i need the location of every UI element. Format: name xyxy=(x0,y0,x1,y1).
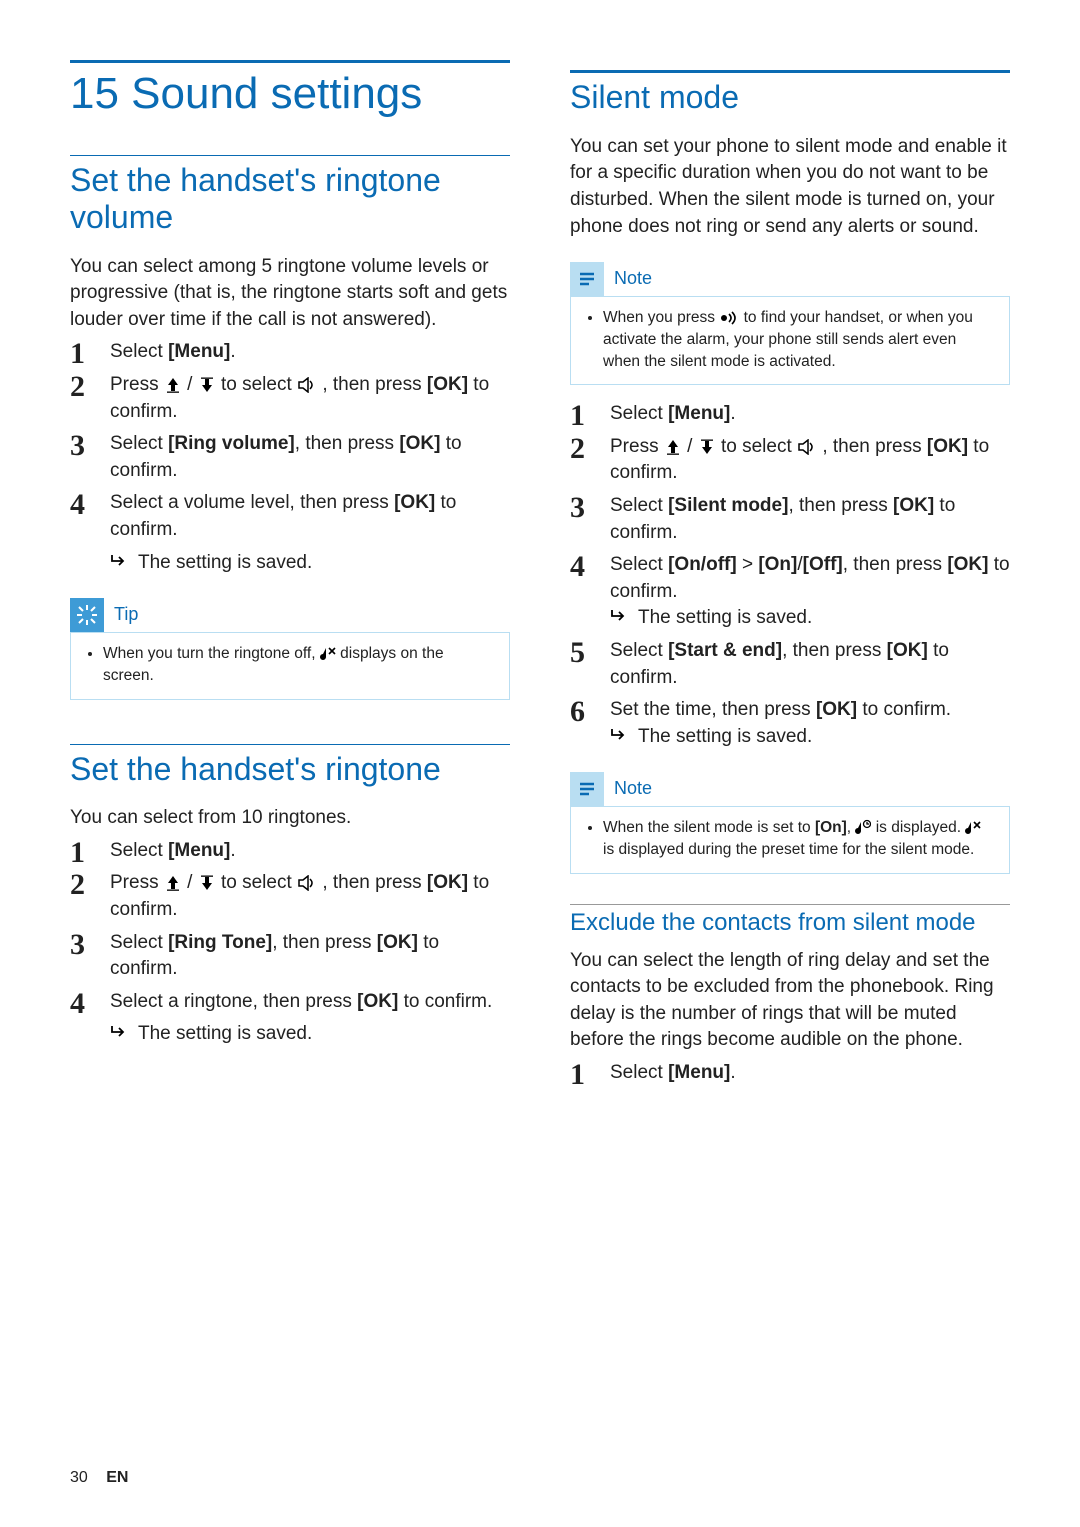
paragraph: You can select the length of ring delay … xyxy=(570,948,1010,1054)
note-label: Note xyxy=(604,772,662,806)
step-item: Select [Menu]. xyxy=(70,339,510,366)
step-item: Select [Ring volume], then press [OK] to… xyxy=(70,431,510,484)
result-arrow-icon xyxy=(110,554,128,568)
chapter-rule xyxy=(70,60,510,63)
steps-list: Select [Menu]. xyxy=(570,1060,1010,1087)
steps-list: Select [Menu]. Press / to select , then … xyxy=(70,339,510,543)
result-line: The setting is saved. xyxy=(610,605,1010,632)
result-line: The setting is saved. xyxy=(110,1021,510,1048)
left-column: 15 Sound settings Set the handset's ring… xyxy=(70,60,510,1093)
result-line: The setting is saved. xyxy=(110,550,510,577)
note-icon xyxy=(570,262,604,296)
step-item: Select [Start & end], then press [OK] to… xyxy=(570,638,1010,691)
section-heading-silent-mode: Silent mode xyxy=(570,79,1010,116)
step-item: Select [On/off] > [On]/[Off], then press… xyxy=(570,552,1010,632)
tip-icon xyxy=(70,598,104,632)
step-item: Select [Silent mode], then press [OK] to… xyxy=(570,493,1010,546)
note-label: Note xyxy=(604,262,662,296)
nav-up-icon xyxy=(164,377,182,393)
page-number: 30 xyxy=(70,1469,88,1486)
sound-icon xyxy=(797,439,817,455)
step-item: Press / to select , then press [OK] to c… xyxy=(70,870,510,923)
chapter-title: 15 Sound settings xyxy=(70,69,510,119)
step-item: Set the time, then press [OK] to confirm… xyxy=(570,697,1010,750)
nav-down-icon xyxy=(698,439,716,455)
steps-list: Select [Menu]. Press / to select , then … xyxy=(570,401,1010,750)
note-body: When you press to find your handset, or … xyxy=(570,296,1010,385)
step-item: Press / to select , then press [OK] to c… xyxy=(70,372,510,425)
step-item: Press / to select , then press [OK] to c… xyxy=(570,434,1010,487)
result-line: The setting is saved. xyxy=(610,724,1010,751)
result-arrow-icon xyxy=(110,1025,128,1039)
result-arrow-icon xyxy=(610,609,628,623)
sound-icon xyxy=(297,875,317,891)
step-item: Select [Menu]. xyxy=(570,1060,1010,1087)
note-callout: Note When you press to find your handset… xyxy=(570,262,1010,385)
mute-note-icon xyxy=(320,645,336,661)
tip-callout: Tip When you turn the ringtone off, disp… xyxy=(70,598,510,699)
step-item: Select [Menu]. xyxy=(570,401,1010,428)
step-item: Select [Ring Tone], then press [OK] to c… xyxy=(70,930,510,983)
step-item: Select [Menu]. xyxy=(70,838,510,865)
section-heading-ringtone-volume: Set the handset's ringtone volume xyxy=(70,162,510,236)
nav-up-icon xyxy=(164,875,182,891)
subsection-heading-exclude-contacts: Exclude the contacts from silent mode xyxy=(570,909,1010,938)
paragraph: You can select from 10 ringtones. xyxy=(70,805,510,832)
language-code: EN xyxy=(106,1469,128,1486)
nav-down-icon xyxy=(198,875,216,891)
clock-note-icon xyxy=(855,819,871,835)
section-rule xyxy=(70,744,510,745)
paragraph: You can set your phone to silent mode an… xyxy=(570,134,1010,240)
right-column: Silent mode You can set your phone to si… xyxy=(570,60,1010,1093)
step-item: Select a ringtone, then press [OK] to co… xyxy=(70,989,510,1016)
mute-note-icon xyxy=(965,819,981,835)
tip-body: When you turn the ringtone off, displays… xyxy=(70,632,510,699)
section-rule xyxy=(70,155,510,156)
page-footer: 30 EN xyxy=(70,1469,128,1487)
nav-down-icon xyxy=(198,377,216,393)
sound-icon xyxy=(297,377,317,393)
result-arrow-icon xyxy=(610,728,628,742)
note-body: When the silent mode is set to [On], is … xyxy=(570,806,1010,873)
subsection-rule xyxy=(570,904,1010,905)
steps-list: Select [Menu]. Press / to select , then … xyxy=(70,838,510,1016)
note-callout: Note When the silent mode is set to [On]… xyxy=(570,772,1010,873)
section-rule xyxy=(570,70,1010,73)
tip-label: Tip xyxy=(104,598,148,632)
step-item: Select a volume level, then press [OK] t… xyxy=(70,490,510,543)
section-heading-ringtone: Set the handset's ringtone xyxy=(70,751,510,788)
paragraph: You can select among 5 ringtone volume l… xyxy=(70,254,510,334)
nav-up-icon xyxy=(664,439,682,455)
pager-icon xyxy=(719,311,739,325)
note-icon xyxy=(570,772,604,806)
